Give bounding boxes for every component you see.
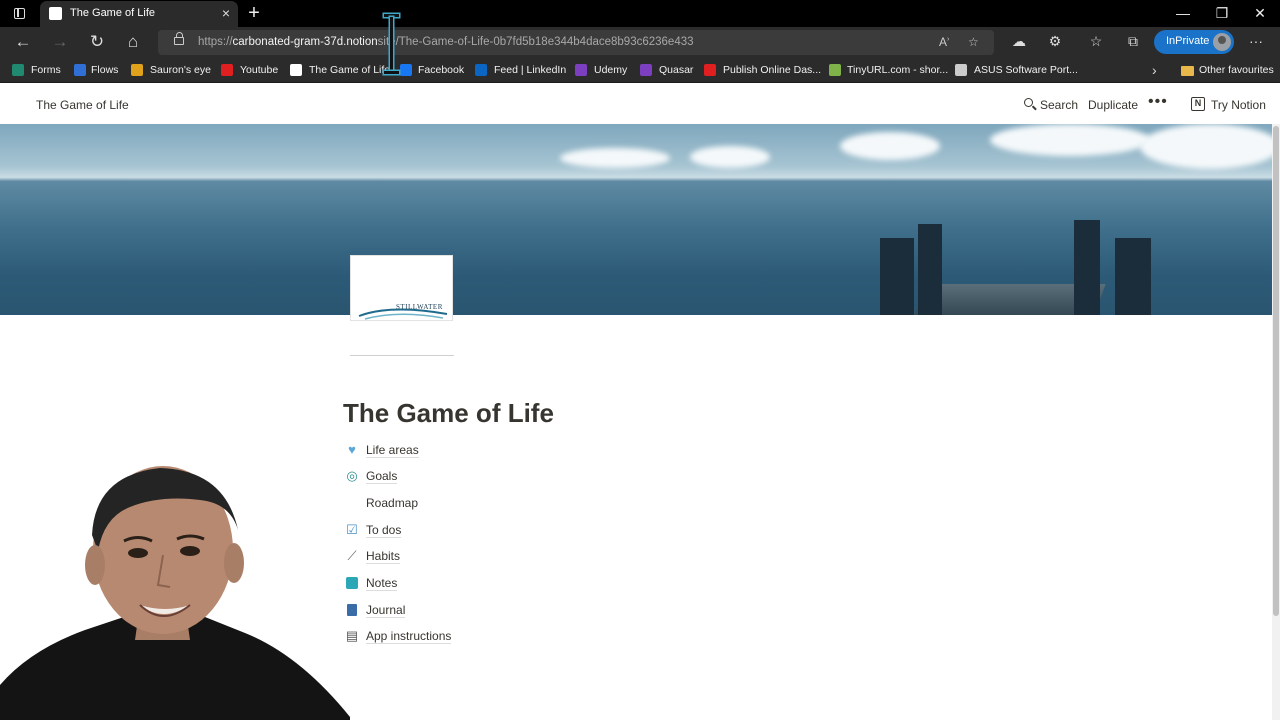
page-icon-logo: STILLWATER bbox=[350, 255, 453, 321]
flows-icon bbox=[74, 64, 86, 76]
close-window-button[interactable]: ✕ bbox=[1250, 4, 1270, 22]
home-icon[interactable]: ⌂ bbox=[122, 32, 144, 52]
adobe-icon bbox=[704, 64, 716, 76]
bookmark-publish-online[interactable]: Publish Online Das... bbox=[723, 64, 821, 76]
bookmark-tinyurl[interactable]: TinyURL.com - shor... bbox=[847, 64, 948, 76]
linkedin-icon bbox=[475, 64, 487, 76]
page-link-notes[interactable]: Notes bbox=[344, 573, 544, 593]
page-favicon-icon bbox=[49, 7, 62, 20]
favorite-add-icon[interactable]: ☆ bbox=[968, 35, 979, 49]
facebook-icon bbox=[400, 64, 412, 76]
duplicate-button[interactable]: Duplicate bbox=[1088, 98, 1138, 112]
page-link-habits[interactable]: ⟋ Habits bbox=[344, 546, 544, 566]
bookmarks-bar: Forms Flows Sauron's eye Youtube The Gam… bbox=[0, 58, 1280, 83]
forward-icon[interactable]: → bbox=[49, 32, 71, 52]
chevron-right-icon[interactable]: › bbox=[1152, 62, 1157, 78]
bookmark-forms[interactable]: Forms bbox=[31, 64, 61, 76]
folder-icon bbox=[1181, 66, 1194, 76]
tinyurl-icon bbox=[829, 64, 841, 76]
bookmark-quasar[interactable]: Quasar bbox=[659, 64, 693, 76]
extension-cloud-icon[interactable]: ☁ bbox=[1010, 33, 1028, 50]
notion-logo-icon: N bbox=[1191, 97, 1205, 111]
bookmark-linkedin[interactable]: Feed | LinkedIn bbox=[494, 64, 566, 76]
youtube-icon bbox=[221, 64, 233, 76]
try-notion-button[interactable]: Try Notion bbox=[1211, 98, 1266, 112]
document-icon bbox=[955, 64, 967, 76]
bookmark-facebook[interactable]: Facebook bbox=[418, 64, 464, 76]
bookmark-game-of-life[interactable]: The Game of Life bbox=[309, 64, 390, 76]
search-icon[interactable] bbox=[1024, 98, 1033, 107]
tab-the-game-of-life[interactable]: The Game of Life × bbox=[40, 1, 238, 27]
udemy-icon bbox=[575, 64, 587, 76]
divider bbox=[350, 355, 454, 356]
sidebar-icon[interactable] bbox=[8, 5, 30, 22]
search-button[interactable]: Search bbox=[1040, 98, 1078, 112]
page-link-journal[interactable]: Journal bbox=[344, 600, 544, 620]
maximize-button[interactable]: ❐ bbox=[1212, 4, 1232, 22]
tab-bar: The Game of Life × + — ❐ ✕ bbox=[0, 0, 1280, 27]
address-bar[interactable]: https://carbonated-gram-37d.notionsite/T… bbox=[158, 30, 994, 55]
bookmark-saurons-eye[interactable]: Sauron's eye bbox=[150, 64, 211, 76]
back-icon[interactable]: ← bbox=[12, 32, 34, 52]
quasar-icon bbox=[640, 64, 652, 76]
page-link-life-areas[interactable]: ♥ Life areas bbox=[344, 440, 544, 460]
presenter-webcam bbox=[0, 455, 350, 720]
more-icon[interactable]: ··· bbox=[1247, 33, 1265, 49]
bookmark-asus[interactable]: ASUS Software Port... bbox=[974, 64, 1078, 76]
favorites-icon[interactable]: ☆ bbox=[1087, 33, 1105, 50]
lock-icon[interactable] bbox=[174, 32, 184, 45]
bookmark-other-favourites[interactable]: Other favourites bbox=[1199, 64, 1274, 76]
minimize-button[interactable]: — bbox=[1173, 4, 1193, 22]
scrollbar[interactable] bbox=[1272, 124, 1280, 720]
saurons-eye-icon bbox=[131, 64, 143, 76]
collections-icon[interactable]: ⧉ bbox=[1124, 33, 1142, 50]
avatar bbox=[1213, 33, 1231, 51]
page-link-goals[interactable]: ◎ Goals bbox=[344, 466, 544, 486]
read-aloud-icon[interactable]: A› bbox=[939, 35, 949, 49]
page-link-app-instructions[interactable]: ▤ App instructions bbox=[344, 626, 544, 646]
browser-toolbar: ← → ↻ ⌂ https://carbonated-gram-37d.noti… bbox=[0, 27, 1280, 58]
game-of-life-icon bbox=[290, 64, 302, 76]
page-link-roadmap[interactable]: Roadmap bbox=[344, 493, 544, 513]
more-options-button[interactable]: ••• bbox=[1148, 93, 1168, 111]
new-tab-button[interactable]: + bbox=[245, 2, 263, 24]
extensions-icon[interactable]: ⚙ bbox=[1046, 33, 1064, 50]
breadcrumb[interactable]: The Game of Life bbox=[36, 98, 129, 112]
browser-window: The Game of Life × + — ❐ ✕ ← → ↻ ⌂ https… bbox=[0, 0, 1280, 720]
refresh-icon[interactable]: ↻ bbox=[86, 32, 108, 52]
close-tab-icon[interactable]: × bbox=[222, 5, 230, 21]
inprivate-profile-button[interactable]: InPrivate bbox=[1154, 30, 1234, 54]
tab-title: The Game of Life bbox=[70, 7, 155, 19]
forms-icon bbox=[12, 64, 24, 76]
url-text[interactable]: https://carbonated-gram-37d.notionsite/T… bbox=[198, 36, 694, 48]
bookmark-udemy[interactable]: Udemy bbox=[594, 64, 627, 76]
bookmark-flows[interactable]: Flows bbox=[91, 64, 118, 76]
cover-image bbox=[0, 124, 1272, 315]
page-link-to-dos[interactable]: ☑ To dos bbox=[344, 520, 544, 540]
bookmark-youtube[interactable]: Youtube bbox=[240, 64, 278, 76]
text-cursor-icon bbox=[384, 14, 399, 74]
page-title: The Game of Life bbox=[343, 398, 554, 428]
notion-topbar: The Game of Life Search Duplicate ••• Tr… bbox=[0, 84, 1280, 124]
